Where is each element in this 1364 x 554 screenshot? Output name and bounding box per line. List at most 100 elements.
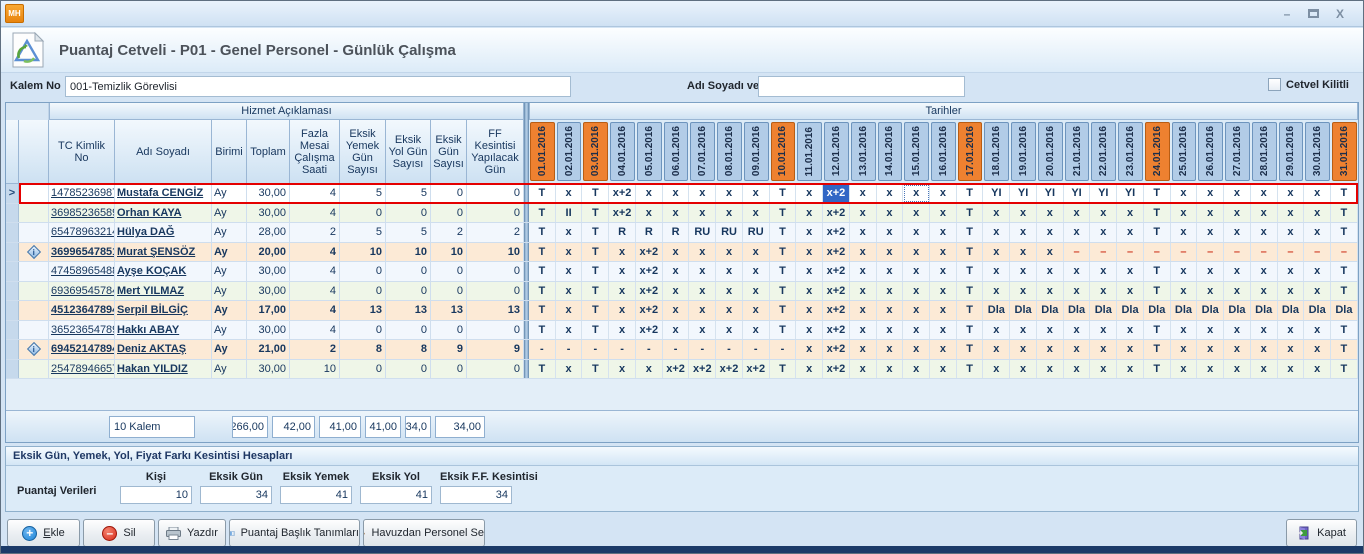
date-column-header[interactable]: 27.01.2016	[1224, 120, 1251, 184]
date-cell[interactable]: x	[850, 184, 877, 203]
birimi-cell[interactable]: Ay	[212, 360, 247, 379]
date-column-header[interactable]: 03.01.2016	[582, 120, 609, 184]
ff-kesintisi-cell[interactable]: 10	[467, 243, 524, 262]
date-cell[interactable]: T	[1331, 184, 1358, 203]
row-selector-cell[interactable]	[6, 204, 19, 223]
date-cell[interactable]: T	[1331, 321, 1358, 340]
date-cell[interactable]: T	[529, 204, 556, 223]
column-header[interactable]: Toplam	[247, 120, 290, 184]
date-cell[interactable]: x	[556, 262, 583, 281]
date-column-header[interactable]: 09.01.2016	[743, 120, 770, 184]
date-cell[interactable]: x	[556, 184, 583, 203]
adi-soyadi-cell[interactable]: Hakkı ABAY	[115, 321, 212, 340]
table-row[interactable]: 69369545784Mert YILMAZAy30,0040000TxTxx+…	[6, 282, 1358, 302]
date-cell[interactable]: Dla	[1117, 301, 1144, 320]
date-cell[interactable]: x	[1251, 204, 1278, 223]
date-cell[interactable]: x	[689, 262, 716, 281]
date-cell[interactable]: x	[1010, 243, 1037, 262]
date-cell[interactable]: x	[689, 321, 716, 340]
table-row[interactable]: i36996547851Murat ŞENSÖZAy20,00410101010…	[6, 243, 1358, 263]
column-header[interactable]: Eksik Yemek Gün Sayısı	[340, 120, 386, 184]
date-cell[interactable]: Dla	[983, 301, 1010, 320]
eksik-yemek-cell[interactable]: 0	[340, 321, 386, 340]
adi-soyadi-cell[interactable]: Mert YILMAZ	[115, 282, 212, 301]
date-cell[interactable]: x	[1278, 204, 1305, 223]
date-cell[interactable]: x	[1278, 321, 1305, 340]
date-cell[interactable]: x	[1171, 360, 1198, 379]
date-cell[interactable]: x	[930, 184, 957, 203]
date-cell[interactable]: x	[743, 301, 770, 320]
date-cell[interactable]: x	[1010, 282, 1037, 301]
date-cell[interactable]: x+2	[823, 282, 850, 301]
date-cell[interactable]: R	[663, 223, 690, 242]
eksik-gun-cell[interactable]: 9	[431, 340, 467, 359]
column-header[interactable]: TC Kimlik No	[49, 120, 115, 184]
date-cell[interactable]: x	[689, 282, 716, 301]
date-cell[interactable]: -	[556, 340, 583, 359]
adi-soyadi-cell[interactable]: Hakan YILDIZ	[115, 360, 212, 379]
date-cell[interactable]: x	[663, 301, 690, 320]
date-cell[interactable]: x	[850, 204, 877, 223]
date-cell[interactable]: x	[1010, 262, 1037, 281]
date-column-header[interactable]: 08.01.2016	[716, 120, 743, 184]
date-cell[interactable]: T	[1331, 262, 1358, 281]
birimi-cell[interactable]: Ay	[212, 262, 247, 281]
date-cell[interactable]: Dla	[1278, 301, 1305, 320]
date-cell[interactable]: x	[796, 243, 823, 262]
date-cell[interactable]: x	[689, 243, 716, 262]
date-cell[interactable]: x	[1224, 321, 1251, 340]
puantaj-baslik-tanimlari-button[interactable]: Puantaj Başlık Tanımları	[229, 519, 360, 547]
date-cell[interactable]: T	[582, 282, 609, 301]
date-column-header[interactable]: 22.01.2016	[1090, 120, 1117, 184]
date-cell[interactable]: YI	[1064, 184, 1091, 203]
tc-kimlik-cell[interactable]: 14785236987	[49, 184, 115, 203]
date-cell[interactable]: x	[1251, 340, 1278, 359]
date-cell[interactable]: x	[930, 340, 957, 359]
date-cell[interactable]: Dla	[1304, 301, 1331, 320]
ff-kesintisi-cell[interactable]: 9	[467, 340, 524, 359]
date-cell[interactable]: T	[770, 321, 797, 340]
adi-soyadi-cell[interactable]: Deniz AKTAŞ	[115, 340, 212, 359]
ff-kesintisi-cell[interactable]: 0	[467, 184, 524, 203]
date-cell[interactable]: x	[636, 184, 663, 203]
date-cell[interactable]: Dla	[1224, 301, 1251, 320]
ff-kesintisi-cell[interactable]: 13	[467, 301, 524, 320]
date-cell[interactable]: x	[1197, 321, 1224, 340]
date-cell[interactable]: II	[556, 204, 583, 223]
adi-soyadi-cell[interactable]: Serpil BİLGİÇ	[115, 301, 212, 320]
date-cell[interactable]: T	[582, 301, 609, 320]
column-header[interactable]: Eksik Gün Sayısı	[431, 120, 467, 184]
date-cell[interactable]: x	[1090, 282, 1117, 301]
eksik-yol-cell[interactable]: 10	[386, 243, 431, 262]
date-cell[interactable]: –	[1064, 243, 1091, 262]
date-cell[interactable]: x	[1117, 340, 1144, 359]
date-cell[interactable]: x	[743, 243, 770, 262]
date-cell[interactable]: x	[903, 204, 930, 223]
date-cell[interactable]: x	[850, 223, 877, 242]
birimi-cell[interactable]: Ay	[212, 223, 247, 242]
eksik-gun-cell[interactable]: 13	[431, 301, 467, 320]
date-cell[interactable]: x	[796, 184, 823, 203]
date-cell[interactable]: x+2	[636, 321, 663, 340]
date-cell[interactable]: x	[716, 204, 743, 223]
date-cell[interactable]: YI	[1010, 184, 1037, 203]
eksik-yemek-cell[interactable]: 5	[340, 184, 386, 203]
date-cell[interactable]: x	[716, 301, 743, 320]
date-cell[interactable]: -	[529, 340, 556, 359]
date-cell[interactable]: x	[556, 360, 583, 379]
date-cell[interactable]: x	[1117, 262, 1144, 281]
date-column-header[interactable]: 02.01.2016	[556, 120, 583, 184]
date-cell[interactable]: T	[582, 360, 609, 379]
date-cell[interactable]: x	[609, 282, 636, 301]
date-cell[interactable]: x+2	[636, 262, 663, 281]
date-cell[interactable]: x	[663, 184, 690, 203]
date-cell[interactable]: –	[1331, 243, 1358, 262]
date-cell[interactable]: x+2	[823, 184, 850, 203]
date-cell[interactable]: x	[1117, 282, 1144, 301]
eksik-yol-cell[interactable]: 5	[386, 184, 431, 203]
date-cell[interactable]: x	[1197, 204, 1224, 223]
row-selector-cell[interactable]	[6, 282, 19, 301]
table-row[interactable]: >14785236987Mustafa CENGİZAy30,0045500Tx…	[6, 184, 1358, 204]
date-cell[interactable]: x	[743, 184, 770, 203]
date-cell[interactable]: x	[1117, 223, 1144, 242]
